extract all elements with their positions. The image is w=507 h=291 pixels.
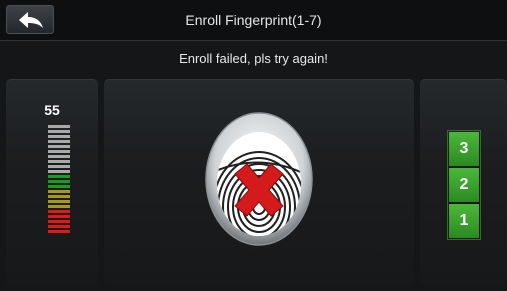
page-title: Enroll Fingerprint(1-7) xyxy=(185,12,322,28)
quality-meter-bar xyxy=(48,195,70,198)
quality-meter-bar xyxy=(48,140,70,143)
quality-meter-bar xyxy=(48,160,70,163)
quality-meter-bar xyxy=(48,220,70,223)
quality-meter-bar xyxy=(48,230,70,233)
header-bar: Enroll Fingerprint(1-7) xyxy=(0,0,507,41)
quality-value: 55 xyxy=(44,102,60,118)
quality-meter-bar xyxy=(48,215,70,218)
quality-meter-bar xyxy=(48,165,70,168)
steps-panel: 3 2 1 xyxy=(420,79,507,286)
quality-meter xyxy=(48,125,70,235)
quality-meter-bar xyxy=(48,130,70,133)
step-2-indicator: 2 xyxy=(449,168,479,202)
quality-meter-bar xyxy=(48,145,70,148)
quality-meter-bar xyxy=(48,205,70,208)
step-3-indicator: 3 xyxy=(449,132,479,166)
status-message: Enroll failed, pls try again! xyxy=(179,51,328,66)
fingerprint-icon xyxy=(205,112,313,246)
quality-meter-bar xyxy=(48,180,70,183)
quality-meter-bar xyxy=(48,225,70,228)
step-1-indicator: 1 xyxy=(449,204,479,238)
quality-meter-bar xyxy=(48,135,70,138)
back-arrow-icon xyxy=(19,12,43,28)
quality-meter-bar xyxy=(48,175,70,178)
quality-meter-bar xyxy=(48,185,70,188)
quality-panel: 55 xyxy=(6,79,98,286)
back-button[interactable] xyxy=(6,5,54,34)
quality-meter-bar xyxy=(48,170,70,173)
quality-meter-bar xyxy=(48,155,70,158)
fingerprint-panel xyxy=(104,79,414,286)
quality-meter-bar xyxy=(48,150,70,153)
quality-meter-bar xyxy=(48,200,70,203)
quality-meter-bar xyxy=(48,210,70,213)
enroll-steps: 3 2 1 xyxy=(447,130,481,240)
quality-meter-bar xyxy=(48,125,70,128)
quality-meter-bar xyxy=(48,190,70,193)
